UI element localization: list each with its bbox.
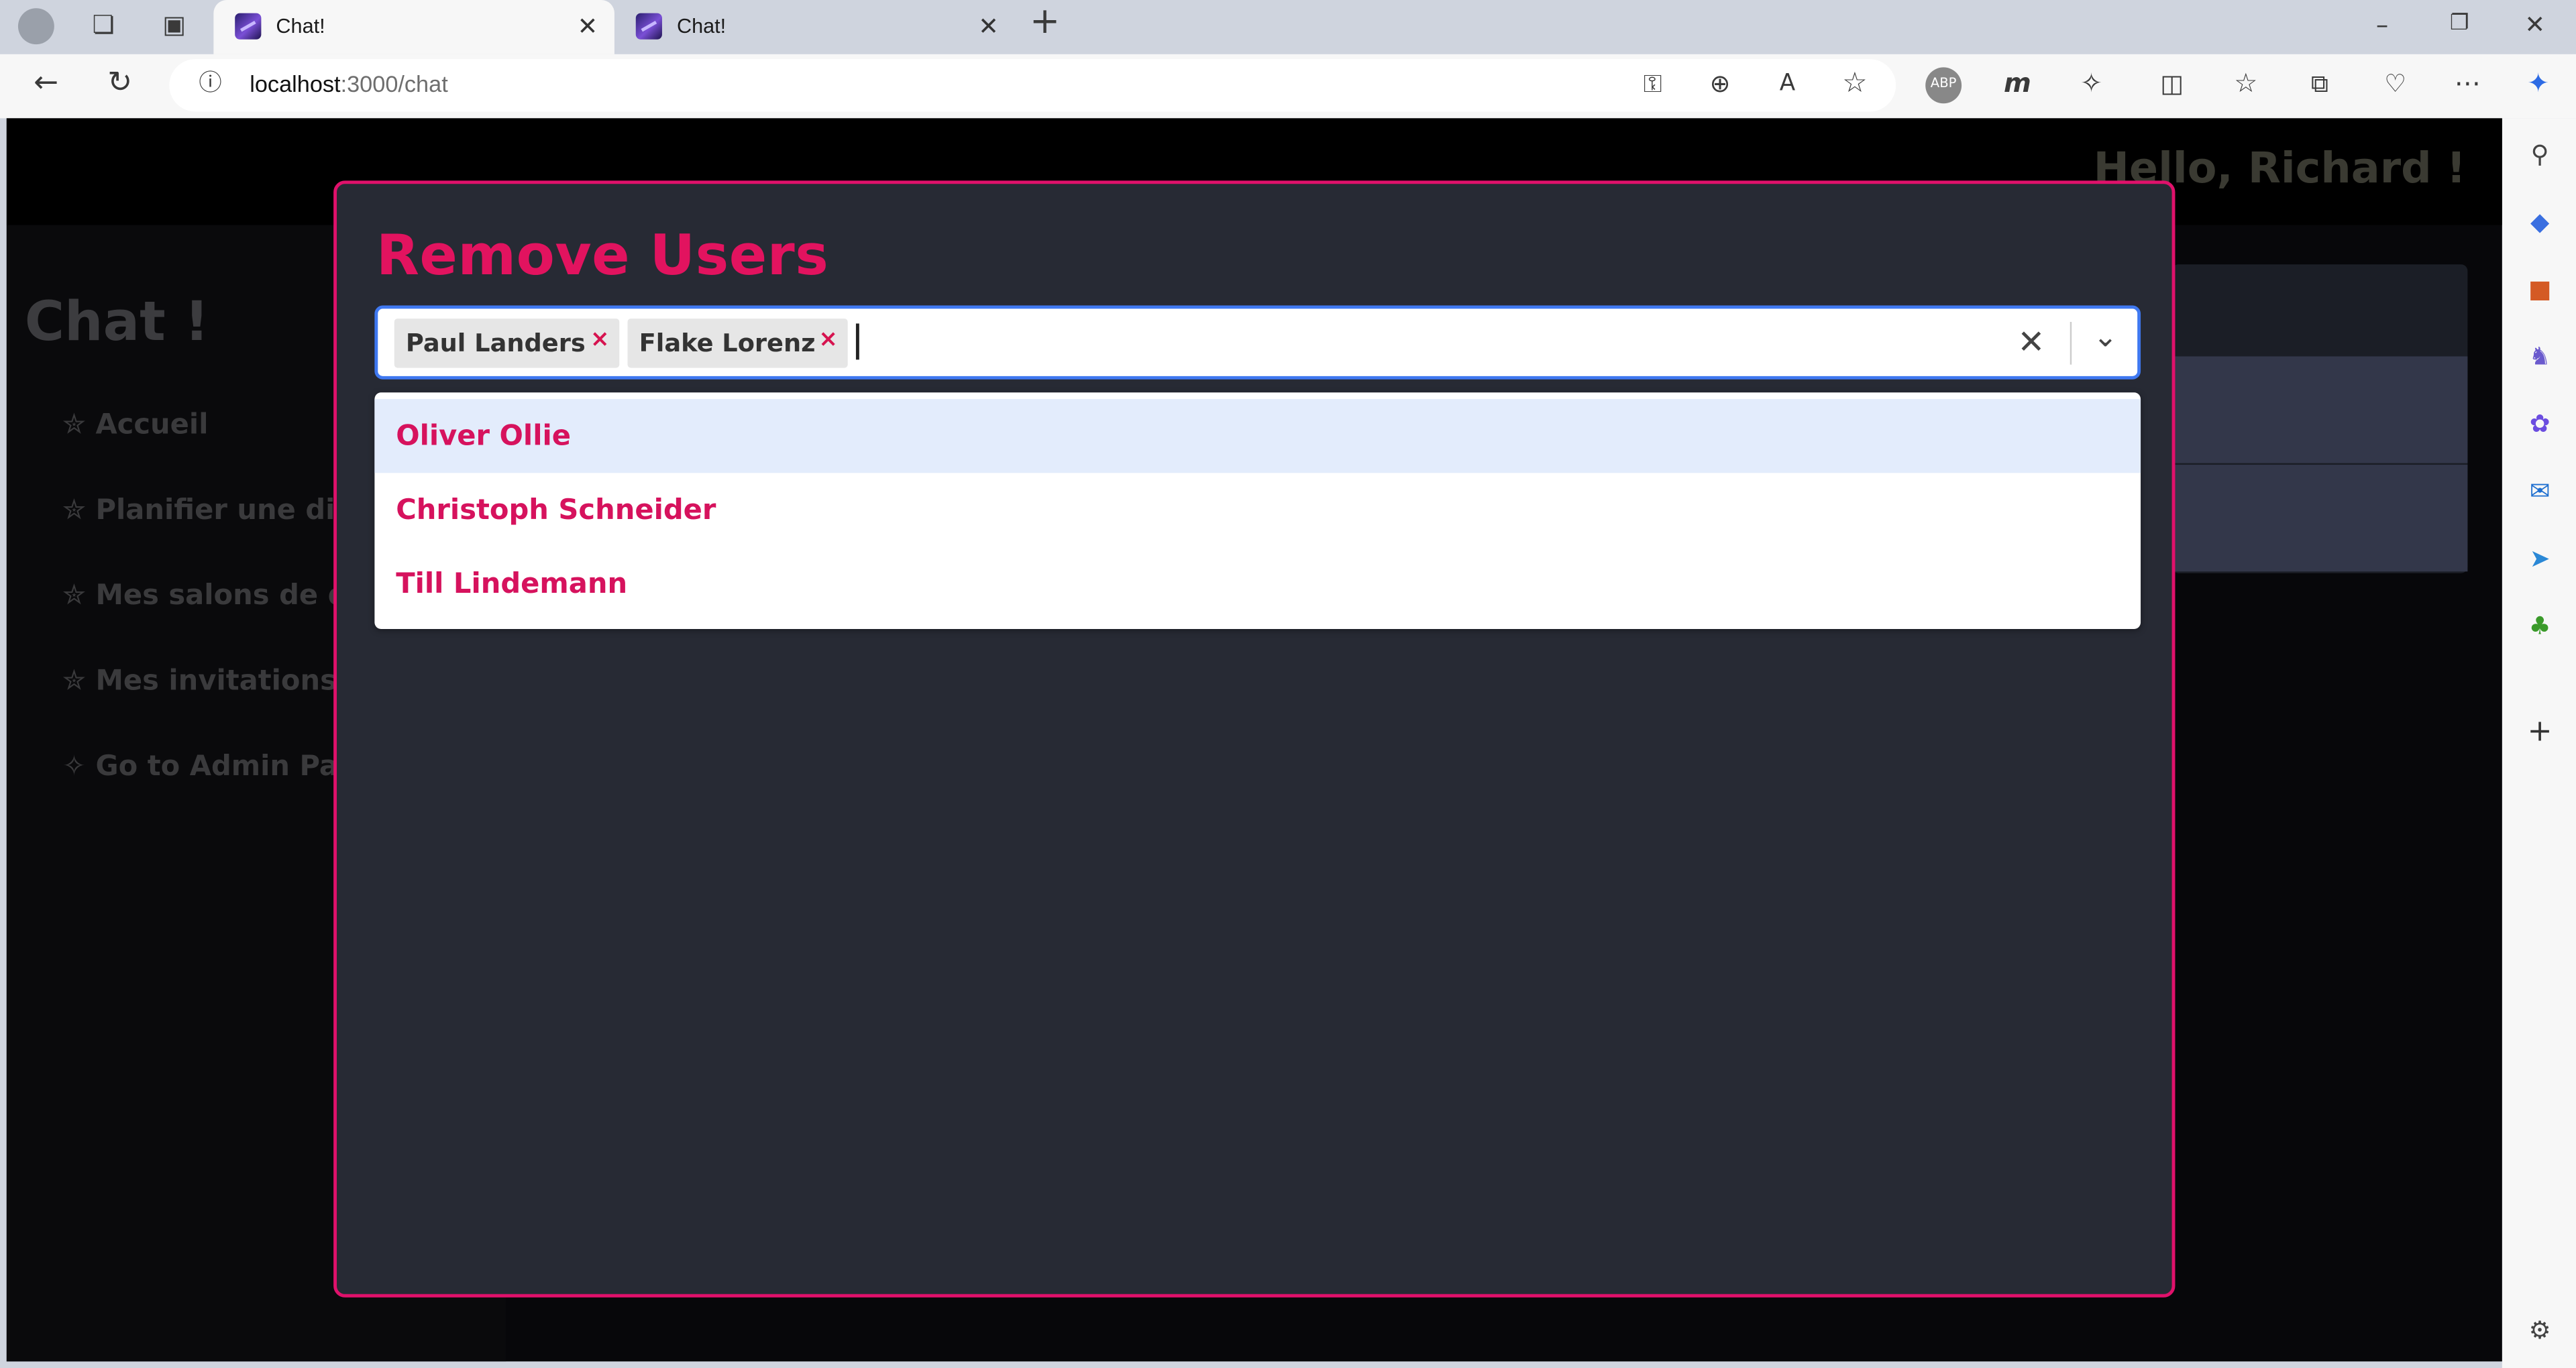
browser-tab-chat[interactable]: Chat! ✕ [614,0,1016,54]
games-icon[interactable]: ♞ [2522,338,2558,374]
nav-item-invitations[interactable]: ✮ Mes invitations [62,665,337,698]
outlook-icon[interactable]: ✉ [2522,473,2558,509]
refresh-icon[interactable]: ↻ [102,66,138,103]
browser-essentials-icon[interactable]: ♡ [2377,67,2414,103]
read-aloud-icon[interactable]: A [1770,67,1806,103]
extensions-icon[interactable]: ✧ [2074,67,2110,103]
profile-avatar-icon[interactable] [17,8,54,45]
key-icon[interactable]: ⚿ [1635,67,1671,103]
nav-item-admin[interactable]: ✧ Go to Admin Page [62,750,377,783]
option-label: Oliver Ollie [396,420,571,453]
nav-label: Accueil [95,408,209,442]
chip-label: Paul Landers [405,328,586,358]
chip-remove-icon[interactable]: × [818,327,838,353]
selected-user-chip: Paul Landers × [394,319,620,368]
modal-title: Remove Users [376,223,829,290]
tab-actions-icon[interactable]: ▣ [156,8,193,44]
workspaces-icon[interactable]: ❏ [85,8,121,44]
sidebar-title: Chat ! [24,289,209,353]
tab-favicon-icon [635,13,662,40]
selected-user-chip: Flake Lorenz × [627,319,848,368]
search-icon[interactable]: ⚲ [2522,136,2558,172]
users-multiselect[interactable]: Paul Landers × Flake Lorenz × ✕ ⌄ [374,305,2141,380]
microsoft365-icon[interactable]: ✿ [2522,406,2558,442]
star-icon: ✮ [62,408,86,442]
options-menu: Oliver Ollie Christoph Schneider Till Li… [374,392,2141,629]
favorites-icon[interactable]: ☆ [2228,67,2264,103]
more-menu-icon[interactable]: ⋯ [2449,67,2485,103]
copilot-icon[interactable]: ✦ [2520,67,2557,103]
option-item[interactable]: Oliver Ollie [374,399,2141,473]
restore-icon[interactable]: ❐ [2441,8,2477,44]
option-label: Till Lindemann [396,568,628,602]
sparkle-icon: ✧ [62,750,86,784]
new-tab-icon[interactable]: + [1027,4,1063,43]
indicator-separator [2070,322,2072,365]
minimize-icon[interactable]: – [2364,8,2400,44]
chip-remove-icon[interactable]: × [590,327,610,353]
chip-label: Flake Lorenz [639,328,816,358]
url-path: :3000/chat [340,70,448,97]
favorite-star-icon[interactable]: ☆ [1837,67,1873,103]
browser-tab-chat-active[interactable]: Chat! ✕ [213,0,614,54]
option-item[interactable]: Christoph Schneider [374,473,2141,547]
url-text[interactable]: localhost:3000/chat [250,70,447,97]
collections-icon[interactable]: ⧉ [2302,67,2338,103]
add-sidebar-item-icon[interactable]: + [2522,714,2558,750]
tab-title: Chat! [276,15,325,38]
tab-favicon-icon [235,13,262,40]
extension-m-icon[interactable]: m [1999,67,2035,103]
tools-icon[interactable]: ■ [2522,271,2558,307]
adblock-icon[interactable]: ABP [1925,67,1962,104]
nav-label: Mes invitations [95,665,337,698]
clear-selection-icon[interactable]: ✕ [2017,322,2045,361]
zoom-icon[interactable]: ⊕ [1702,67,1738,103]
site-info-icon[interactable]: ⓘ [193,67,229,103]
back-icon[interactable]: ← [28,66,64,103]
remove-users-modal: Remove Users Paul Landers × Flake Lorenz… [333,180,2176,1298]
settings-gear-icon[interactable]: ⚙ [2522,1312,2558,1349]
window-close-icon[interactable]: ✕ [2517,8,2553,44]
shopping-tag-icon[interactable]: ◆ [2522,204,2558,240]
text-caret [855,323,859,360]
send-icon[interactable]: ➤ [2522,540,2558,577]
option-item[interactable]: Till Lindemann [374,547,2141,621]
split-screen-icon[interactable]: ◫ [2154,67,2190,103]
url-host: localhost [250,70,341,97]
chevron-down-icon[interactable]: ⌄ [2093,321,2118,355]
tab-close-icon[interactable]: ✕ [578,11,598,42]
star-icon: ✮ [62,665,86,698]
chat-list-row[interactable] [2171,356,2468,463]
star-icon: ✮ [62,494,86,528]
chat-list-row[interactable] [2171,465,2468,572]
tab-title: Chat! [676,15,727,38]
option-label: Christoph Schneider [396,494,716,528]
star-icon: ✮ [62,579,86,613]
tab-close-icon[interactable]: ✕ [978,11,999,42]
tree-icon[interactable]: ♣ [2522,608,2558,644]
nav-item-accueil[interactable]: ✮ Accueil [62,409,208,442]
